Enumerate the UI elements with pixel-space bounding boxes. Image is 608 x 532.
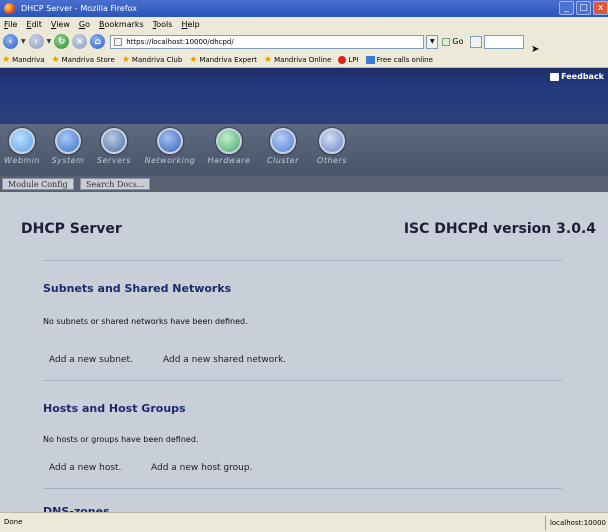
add-host-link[interactable]: Add a new host. — [49, 463, 121, 473]
webmin-header: Feedback — [0, 68, 608, 124]
menu-go[interactable]: Go — [79, 20, 90, 29]
star-icon: ★ — [189, 54, 198, 65]
bookmark-free-calls-online[interactable]: Free calls online — [365, 55, 433, 64]
module-bar: Module Config Search Docs... — [0, 176, 608, 192]
close-button[interactable]: x — [593, 1, 608, 15]
category-servers[interactable]: Servers — [92, 128, 136, 165]
add-host-group-link[interactable]: Add a new host group. — [151, 463, 252, 473]
phone-icon — [365, 55, 375, 64]
menu-help[interactable]: Help — [181, 20, 199, 29]
menu-bookmarks[interactable]: Bookmarks — [99, 20, 144, 29]
webmin-category-bar: Webmin System Servers Networking Hardwar… — [0, 124, 608, 176]
menu-view[interactable]: View — [51, 20, 70, 29]
url-dropdown-icon[interactable]: ▼ — [426, 34, 439, 49]
star-icon: ★ — [264, 54, 273, 65]
add-subnet-link[interactable]: Add a new subnet. — [49, 355, 133, 365]
url-text: https://localhost:10000/dhcpd/ — [126, 37, 234, 46]
url-field[interactable]: https://localhost:10000/dhcpd/ — [110, 34, 425, 49]
page-title: DHCP Server — [21, 221, 122, 237]
hardware-icon — [216, 128, 242, 154]
menu-bar: File Edit View Go Bookmarks Tools Help — [0, 17, 608, 31]
back-dropdown-icon[interactable]: ▼ — [21, 38, 26, 45]
stop-button[interactable]: × — [72, 34, 88, 49]
bookmark-lpi[interactable]: LPI — [338, 55, 359, 64]
page-icon — [114, 37, 123, 46]
category-others[interactable]: Others — [309, 128, 355, 165]
section-title-hosts: Hosts and Host Groups — [43, 402, 186, 415]
go-button[interactable]: Go — [442, 37, 463, 46]
star-icon: ★ — [2, 54, 11, 65]
add-shared-network-link[interactable]: Add a new shared network. — [163, 355, 286, 365]
category-hardware[interactable]: Hardware — [201, 128, 257, 165]
bookmark-mandriva-store[interactable]: ★ Mandriva Store — [52, 55, 115, 65]
networking-icon — [157, 128, 183, 154]
category-cluster[interactable]: Cluster — [258, 128, 308, 165]
search-docs-button[interactable]: Search Docs... — [80, 178, 151, 190]
firefox-icon — [4, 3, 15, 14]
window-controls: _ □ x — [559, 1, 608, 15]
divider — [44, 488, 562, 489]
category-system[interactable]: System — [46, 128, 90, 165]
window-title: DHCP Server - Mozilla Firefox — [21, 4, 137, 13]
search-engine-icon[interactable] — [470, 35, 483, 48]
go-arrow-icon — [442, 37, 451, 46]
bookmark-mandriva-expert[interactable]: ★ Mandriva Expert — [189, 55, 257, 65]
back-button[interactable]: ‹ — [3, 34, 18, 49]
cluster-icon — [270, 128, 296, 154]
star-icon: ★ — [121, 54, 130, 65]
servers-icon — [101, 128, 127, 154]
system-icon — [55, 128, 81, 154]
feedback-link[interactable]: Feedback — [550, 72, 604, 81]
menu-file[interactable]: File — [4, 20, 17, 29]
webmin-icon — [9, 128, 35, 154]
bookmark-mandriva-club[interactable]: ★ Mandriva Club — [122, 55, 182, 65]
forward-button[interactable]: › — [28, 34, 44, 49]
divider — [44, 380, 562, 381]
maximize-button[interactable]: □ — [576, 1, 591, 15]
module-config-button[interactable]: Module Config — [2, 178, 74, 190]
mail-icon — [550, 72, 560, 81]
status-bar: Done localhost:10000 — [0, 512, 608, 532]
status-text: Done — [4, 518, 23, 526]
bookmarks-toolbar: ★ Mandriva ★ Mandriva Store ★ Mandriva Club… — [0, 52, 608, 68]
bookmark-mandriva[interactable]: ★ Mandriva — [2, 55, 45, 65]
divider — [44, 260, 562, 261]
go-label: Go — [452, 37, 464, 46]
reload-button[interactable]: ↻ — [54, 34, 70, 49]
star-icon: ★ — [51, 54, 60, 65]
main-content: DHCP Server ISC DHCPd version 3.0.4 Subn… — [0, 192, 608, 518]
category-webmin[interactable]: Webmin — [0, 128, 44, 165]
bookmark-mandriva-online[interactable]: ★ Mandriva Online — [264, 55, 331, 65]
status-host: localhost:10000 — [544, 516, 608, 530]
section-message-subnets: No subnets or shared networks have been … — [43, 317, 248, 326]
minimize-button[interactable]: _ — [559, 1, 574, 15]
section-message-hosts: No hosts or groups have been defined. — [43, 435, 199, 444]
navigation-toolbar: ‹ ▼ › ▼ ↻ × ⌂ https://localhost:10000/dh… — [0, 31, 608, 52]
home-button[interactable]: ⌂ — [90, 34, 106, 49]
forward-dropdown-icon[interactable]: ▼ — [47, 38, 52, 45]
menu-edit[interactable]: Edit — [26, 20, 42, 29]
lpi-icon — [338, 55, 347, 64]
menu-tools[interactable]: Tools — [153, 20, 173, 29]
others-icon — [319, 128, 345, 154]
version-label: ISC DHCPd version 3.0.4 — [403, 221, 596, 237]
window-title-bar: DHCP Server - Mozilla Firefox _ □ x — [0, 0, 608, 17]
category-networking[interactable]: Networking — [140, 128, 200, 165]
search-input[interactable] — [484, 34, 525, 49]
section-title-subnets: Subnets and Shared Networks — [43, 282, 232, 295]
